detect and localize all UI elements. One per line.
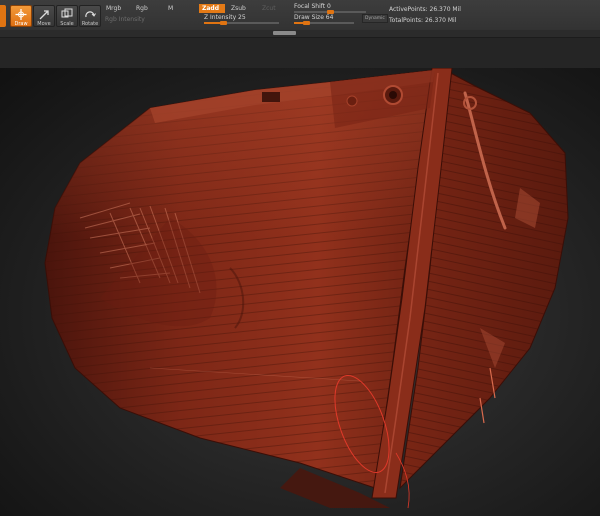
rgb-button[interactable]: Rgb [133,4,151,13]
scroll-handle[interactable] [273,31,296,35]
dynamic-button[interactable]: Dynamic [362,14,388,23]
draw-size-knob[interactable] [303,21,311,25]
edge-button[interactable] [0,5,6,27]
rotate-button[interactable]: Rotate [79,5,101,27]
mrgb-button[interactable]: Mrgb [103,4,124,13]
rotate-icon [85,11,96,18]
draw-size-track [294,21,354,25]
move-button[interactable]: Move [33,5,55,27]
canvas-viewport[interactable] [0,68,600,516]
rgb-intensity-slider[interactable]: Rgb Intensity [105,16,145,24]
scale-button[interactable]: Scale [56,5,78,27]
status-row [0,30,600,37]
ship-hull-model[interactable] [0,68,600,516]
draw-size-label: Draw Size 64 [294,14,334,21]
z-intensity-slider[interactable]: Z Intensity 25 [204,14,279,25]
rotate-label: Rotate [81,21,99,27]
draw-button[interactable]: Draw [10,5,32,27]
scale-icon [61,8,73,18]
move-icon [39,10,49,20]
focal-shift-track [294,10,366,14]
active-points: ActivePoints: 26.370 Mil [389,6,461,13]
document-bar [0,38,600,68]
draw-icon [15,9,27,20]
focal-shift-label: Focal Shift 0 [294,3,331,10]
draw-size-slider[interactable]: Draw Size 64 [294,14,354,25]
total-points: TotalPoints: 26.370 Mil [389,17,457,24]
z-intensity-track [204,21,279,25]
zcut-button[interactable]: Zcut [259,4,279,13]
z-intensity-label: Z Intensity 25 [204,14,246,21]
z-intensity-knob[interactable] [219,21,227,25]
draw-label: Draw [14,21,28,27]
focal-shift-slider[interactable]: Focal Shift 0 [294,3,366,14]
zadd-button[interactable]: Zadd [199,4,225,13]
zsub-button[interactable]: Zsub [228,4,249,13]
m-button[interactable]: M [165,4,176,13]
scale-label: Scale [60,21,74,27]
move-label: Move [37,21,51,27]
